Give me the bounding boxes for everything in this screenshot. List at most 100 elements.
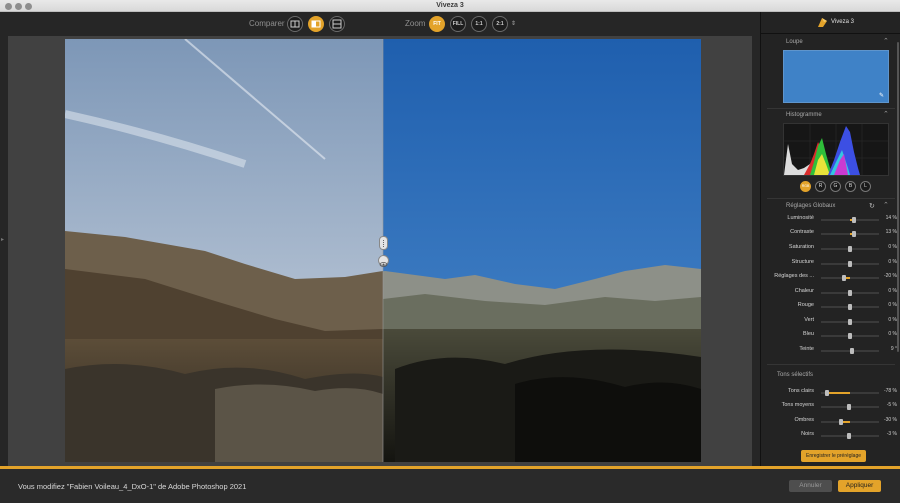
split-view-handle[interactable] xyxy=(379,236,388,250)
slider-knob[interactable] xyxy=(852,231,856,237)
slider-chaleur[interactable]: Chaleur 0 % xyxy=(761,286,900,300)
slider-track[interactable] xyxy=(821,433,879,439)
slider-value: 0 % xyxy=(888,302,897,308)
slider-value: 0 % xyxy=(888,331,897,337)
slider-vert[interactable]: Vert 0 % xyxy=(761,315,900,329)
slider-knob[interactable] xyxy=(847,404,851,410)
slider-label: Contraste xyxy=(790,229,814,235)
zoom-2-1-button[interactable]: 2:1 xyxy=(492,16,508,32)
side-by-side-icon xyxy=(290,20,300,28)
slider-reglages[interactable]: Réglages des ... -20 % xyxy=(761,271,900,285)
slider-track[interactable] xyxy=(821,390,879,396)
top-toolbar: Comparer Zoom FIT FILL 1:1 2:1 ⇕ xyxy=(0,12,760,36)
slider-knob[interactable] xyxy=(839,419,843,425)
slider-track[interactable] xyxy=(821,246,879,252)
slider-label: Rouge xyxy=(797,302,814,308)
channel-l-button[interactable]: L xyxy=(860,181,871,192)
compare-split-button[interactable] xyxy=(308,16,324,32)
slider-value: 0 % xyxy=(888,288,897,294)
apply-button[interactable]: Appliquer xyxy=(838,480,881,492)
slider-track[interactable] xyxy=(821,319,879,325)
slider-track[interactable] xyxy=(821,304,879,310)
slider-track[interactable] xyxy=(821,404,879,410)
slider-knob[interactable] xyxy=(842,275,846,281)
slider-rouge[interactable]: Rouge 0 % xyxy=(761,300,900,314)
slider-knob[interactable] xyxy=(848,246,852,252)
global-collapse-chevron-icon[interactable]: ⌃ xyxy=(883,201,889,209)
slider-saturation[interactable]: Saturation 0 % xyxy=(761,242,900,256)
left-panel-toggle-icon[interactable]: ▸ xyxy=(1,236,5,244)
pin-icon[interactable]: ✎ xyxy=(879,92,884,99)
zoom-label: Zoom xyxy=(405,19,426,28)
loupe-section-title: Loupe xyxy=(786,39,803,45)
slider-label: Ombres xyxy=(794,417,814,423)
histogram-section-title: Histogramme xyxy=(786,112,822,118)
slider-ombres[interactable]: Ombres -30 % xyxy=(761,415,900,429)
slider-track[interactable] xyxy=(821,348,879,354)
slider-knob[interactable] xyxy=(850,348,854,354)
slider-structure[interactable]: Structure 0 % xyxy=(761,257,900,271)
slider-track[interactable] xyxy=(821,333,879,339)
slider-knob[interactable] xyxy=(848,261,852,267)
save-preset-button[interactable]: Enregistrer le préréglage xyxy=(801,450,866,462)
slider-value: 13 % xyxy=(885,229,897,235)
slider-track[interactable] xyxy=(821,231,879,237)
slider-track[interactable] xyxy=(821,261,879,267)
slider-tons-clairs[interactable]: Tons clairs -78 % xyxy=(761,386,900,400)
compare-side-by-side-button[interactable] xyxy=(287,16,303,32)
slider-knob[interactable] xyxy=(825,390,829,396)
slider-bleu[interactable]: Bleu 0 % xyxy=(761,329,900,343)
loupe-collapse-chevron-icon[interactable]: ⌃ xyxy=(883,37,889,45)
slider-luminosite[interactable]: Luminosité 14 % xyxy=(761,213,900,227)
channel-g-button[interactable]: G xyxy=(830,181,841,192)
zoom-fit-button[interactable]: FIT xyxy=(429,16,445,32)
slider-value: 0 % xyxy=(888,317,897,323)
slider-label: Teinte xyxy=(799,346,814,352)
slider-track[interactable] xyxy=(821,419,879,425)
zoom-fill-button[interactable]: FILL xyxy=(450,16,466,32)
reset-icon[interactable]: ↻ xyxy=(869,202,875,210)
slider-tons-moyens[interactable]: Tons moyens -5 % xyxy=(761,400,900,414)
slider-teinte[interactable]: Teinte 9 ° xyxy=(761,344,900,358)
slider-value: 0 % xyxy=(888,259,897,265)
panel-header: Viveza 3 xyxy=(761,12,900,34)
slider-knob[interactable] xyxy=(847,433,851,439)
cancel-button[interactable]: Annuler xyxy=(789,480,832,492)
channel-rgb-button[interactable]: RGB xyxy=(800,181,811,192)
slider-label: Vert xyxy=(804,317,814,323)
slider-knob[interactable] xyxy=(852,217,856,223)
loupe-preview[interactable]: ✎ xyxy=(783,50,889,103)
compare-stacked-button[interactable] xyxy=(329,16,345,32)
slider-knob[interactable] xyxy=(848,290,852,296)
slider-track[interactable] xyxy=(821,217,879,223)
slider-noirs[interactable]: Noirs -3 % xyxy=(761,429,900,443)
slider-knob[interactable] xyxy=(848,319,852,325)
title-bar: Viveza 3 xyxy=(0,0,900,12)
slider-value: 0 % xyxy=(888,244,897,250)
slider-knob[interactable] xyxy=(848,333,852,339)
selective-tones-title: Tons sélectifs xyxy=(777,372,814,378)
histogram-collapse-chevron-icon[interactable]: ⌃ xyxy=(883,110,889,118)
slider-value: -5 % xyxy=(886,402,897,408)
zoom-1-1-button[interactable]: 1:1 xyxy=(471,16,487,32)
slider-label: Réglages des ... xyxy=(774,273,814,279)
slider-value: -20 % xyxy=(883,273,897,279)
preview-toggle-eye-icon[interactable] xyxy=(378,255,389,267)
panel-scrollbar[interactable] xyxy=(897,42,899,352)
histogram-curves xyxy=(784,124,888,175)
slider-value: -78 % xyxy=(883,388,897,394)
landscape-image xyxy=(65,39,701,462)
slider-track[interactable] xyxy=(821,290,879,296)
slider-contraste[interactable]: Contraste 13 % xyxy=(761,227,900,241)
slider-label: Noirs xyxy=(801,431,814,437)
slider-knob[interactable] xyxy=(848,304,852,310)
zoom-stepper-icon[interactable]: ⇕ xyxy=(511,20,516,27)
compare-label: Comparer xyxy=(249,19,285,28)
split-view-icon xyxy=(311,20,321,28)
channel-r-button[interactable]: R xyxy=(815,181,826,192)
viveza-logo-icon xyxy=(818,18,827,27)
slider-label: Tons moyens xyxy=(781,402,814,408)
slider-label: Tons clairs xyxy=(788,388,814,394)
channel-b-button[interactable]: B xyxy=(845,181,856,192)
slider-track[interactable] xyxy=(821,275,879,281)
